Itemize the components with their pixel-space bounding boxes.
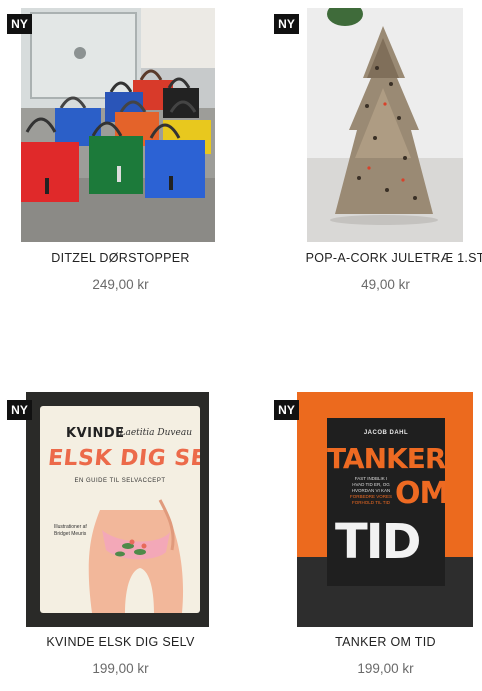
- product-card[interactable]: NY DITZEL DØRSTOPPER 249,00 kr: [0, 0, 241, 345]
- cover-illustrator: Bridget Meuris: [54, 531, 87, 537]
- cover-title-line3: TID: [335, 514, 421, 570]
- new-badge: NY: [274, 14, 299, 34]
- cover-illustrator-label: Illustrationer af: [54, 524, 87, 530]
- product-price: 49,00 kr: [361, 277, 410, 292]
- cover-blurb: FAST INDBLIK I HVAD TID ER, OG HVORDAN V…: [349, 476, 392, 505]
- product-title[interactable]: TANKER OM TID: [265, 635, 482, 649]
- product-image[interactable]: KVINDE Laetitia Duveau ELSK DIG SELV EN …: [26, 392, 209, 627]
- book-cover: JACOB DAHL TANKER FAST INDBLIK I HVAD TI…: [327, 418, 445, 586]
- product-card[interactable]: JACOB DAHL TANKER FAST INDBLIK I HVAD TI…: [241, 345, 482, 691]
- product-image[interactable]: [307, 8, 463, 242]
- product-price: 199,00 kr: [357, 661, 414, 676]
- product-card[interactable]: KVINDE Laetitia Duveau ELSK DIG SELV EN …: [0, 345, 241, 691]
- new-badge: NY: [7, 14, 32, 34]
- product-image[interactable]: JACOB DAHL TANKER FAST INDBLIK I HVAD TI…: [297, 392, 473, 627]
- cover-title-line1: TANKER: [327, 442, 445, 475]
- cover-author: JACOB DAHL: [363, 430, 409, 436]
- new-badge: NY: [7, 400, 32, 420]
- cover-title-line1: KVINDE: [66, 426, 125, 441]
- cover-title-line2: OM: [395, 476, 445, 511]
- product-price: 249,00 kr: [92, 277, 149, 292]
- new-badge: NY: [274, 400, 299, 420]
- product-price: 199,00 kr: [92, 661, 149, 676]
- product-card[interactable]: NY POP-A-CORK JULETRÆ 1.STK 49,00 kr: [241, 0, 482, 345]
- cover-subtitle: EN GUIDE TIL SELVACCEPT: [74, 478, 166, 484]
- book-cover: KVINDE Laetitia Duveau ELSK DIG SELV EN …: [40, 406, 200, 613]
- product-title[interactable]: DITZEL DØRSTOPPER: [0, 251, 241, 265]
- product-title[interactable]: POP-A-CORK JULETRÆ 1.STK: [279, 251, 482, 265]
- cover-author: Laetitia Duveau: [119, 428, 192, 438]
- product-title[interactable]: KVINDE ELSK DIG SELV: [0, 635, 241, 649]
- product-image[interactable]: [21, 8, 215, 242]
- cover-title-line2: ELSK DIG SELV: [46, 446, 200, 471]
